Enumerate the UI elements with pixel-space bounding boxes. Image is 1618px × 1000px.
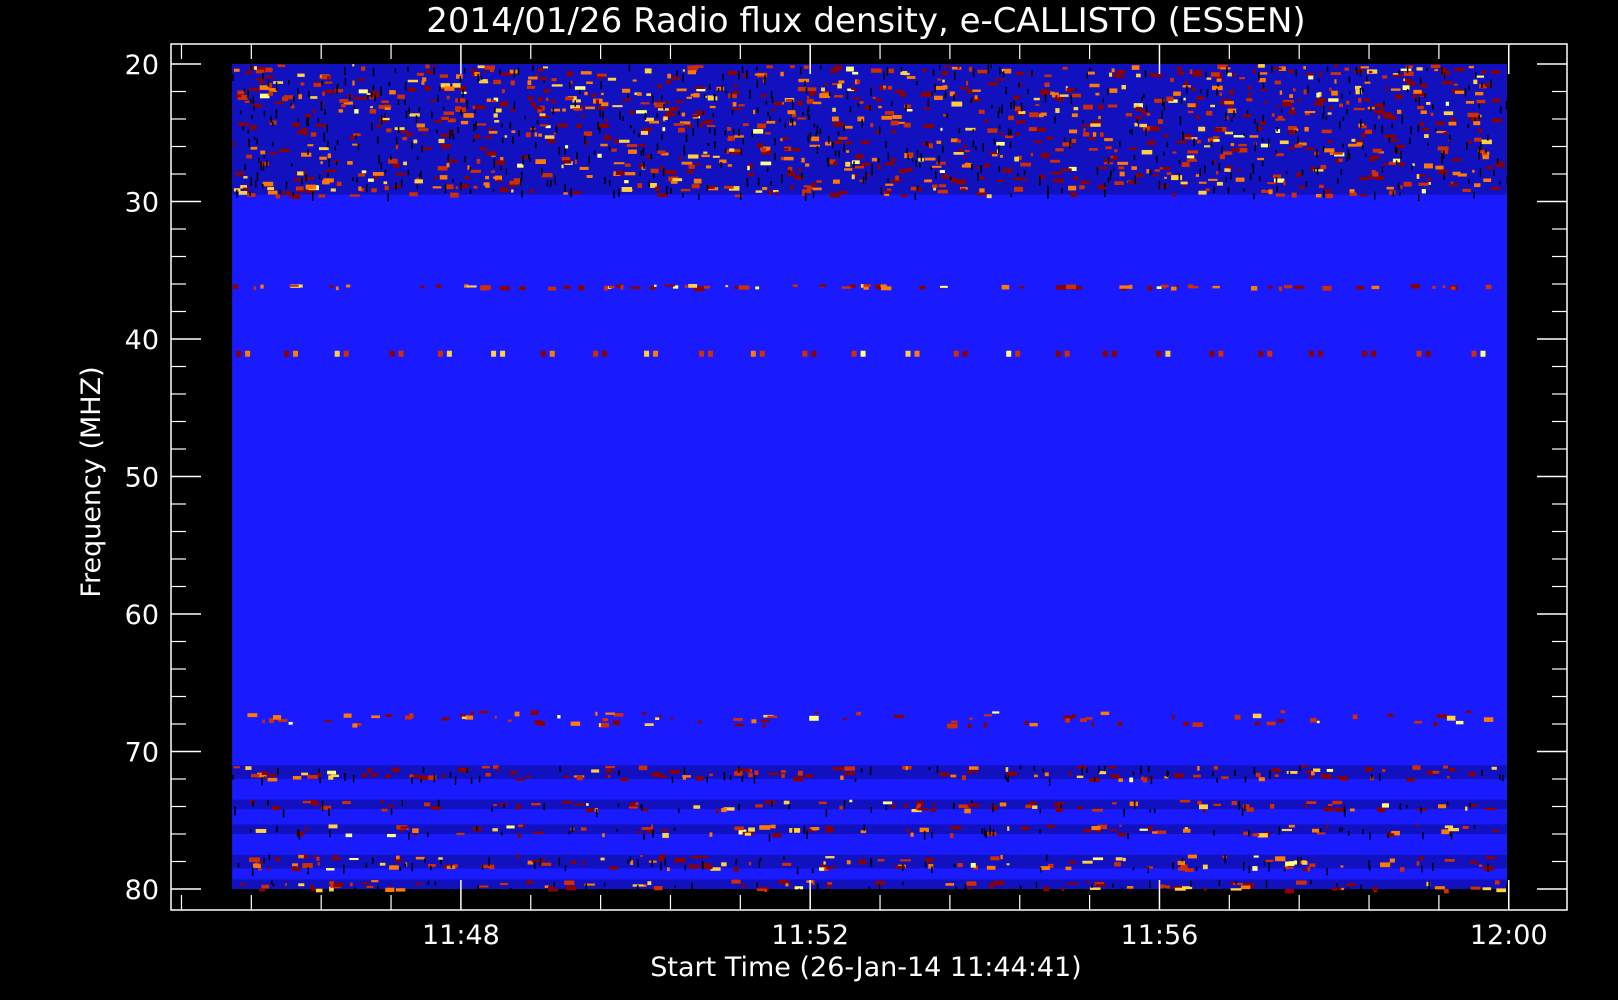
spectrogram-image — [232, 64, 1508, 896]
y-tick-label: 70 — [125, 738, 159, 769]
x-tick-label: 12:00 — [1470, 920, 1548, 951]
y-tick-label: 80 — [125, 875, 159, 906]
x-tick-label: 11:56 — [1121, 920, 1199, 951]
y-tick-label: 60 — [125, 600, 159, 631]
x-axis-label: Start Time (26-Jan-14 11:44:41) — [650, 952, 1081, 983]
y-tick-label: 20 — [125, 50, 159, 81]
y-tick-label: 30 — [125, 188, 159, 219]
intensity-band-1 — [232, 64, 1508, 202]
x-tick-label: 11:52 — [771, 920, 849, 951]
y-axis-label: Frequency (MHZ) — [76, 366, 107, 597]
chart-title: 2014/01/26 Radio flux density, e-CALLIST… — [426, 1, 1305, 41]
y-tick-label: 50 — [125, 463, 159, 494]
x-tick-label: 11:48 — [422, 920, 500, 951]
y-tick-label: 40 — [125, 325, 159, 356]
spectrogram-chart: 2014/01/26 Radio flux density, e-CALLIST… — [0, 0, 1618, 1000]
